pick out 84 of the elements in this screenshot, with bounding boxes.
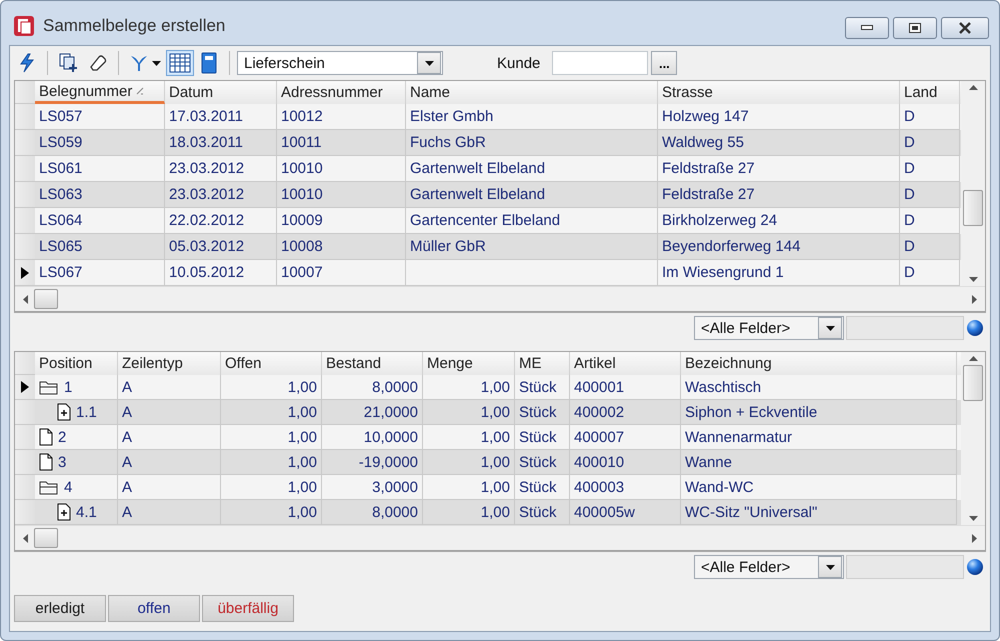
row-pointer-icon — [21, 266, 29, 278]
document-plus-icon — [57, 503, 71, 521]
scroll-thumb[interactable] — [963, 365, 983, 401]
dropdown-button[interactable] — [818, 317, 842, 339]
maximize-button[interactable] — [893, 17, 937, 39]
status-button[interactable]: offen — [108, 595, 200, 622]
filter-field[interactable] — [846, 316, 964, 340]
header-label: Name — [410, 84, 450, 101]
vertical-scrollbar[interactable] — [961, 352, 985, 525]
globe-icon — [966, 558, 984, 576]
minimize-icon — [861, 25, 873, 31]
caret-icon — [826, 326, 834, 330]
header-label: Land — [904, 84, 938, 101]
header-label: Belegnummer — [39, 82, 132, 100]
caret-icon — [826, 564, 834, 570]
document-icon — [39, 453, 53, 471]
header-label: ME — [519, 355, 542, 372]
position-number: 4 — [64, 478, 72, 496]
header-label: Adressnummer — [281, 84, 383, 101]
maximize-icon — [909, 23, 921, 33]
scroll-right-icon — [972, 294, 977, 304]
field-label: Kunde — [497, 54, 540, 72]
scroll-left-icon — [23, 294, 28, 304]
vertical-scrollbar[interactable] — [961, 81, 985, 286]
close-button[interactable] — [941, 17, 989, 39]
horizontal-scrollbar[interactable] — [15, 286, 985, 311]
window-title: Sammelbelege erstellen — [43, 16, 226, 36]
position-number: 2 — [58, 428, 66, 446]
position-number: 1.1 — [76, 404, 97, 420]
header-label: Menge — [427, 355, 473, 372]
document-plus-icon — [57, 403, 71, 421]
scroll-up-icon — [968, 85, 978, 90]
scroll-thumb[interactable] — [963, 190, 983, 226]
dropdown-value: <Alle Felder> — [700, 558, 792, 576]
dropdown-button[interactable] — [818, 556, 842, 578]
caret-icon — [424, 60, 434, 66]
position-number: 1 — [64, 378, 72, 396]
position-number: 4.1 — [76, 504, 97, 520]
browse-button[interactable]: ... — [651, 51, 678, 75]
scroll-down-icon — [968, 516, 978, 521]
header-label: Bestand — [326, 355, 382, 372]
caret-icon — [152, 60, 161, 66]
scroll-right-icon — [972, 534, 977, 542]
dropdown-value: <Alle Felder> — [700, 320, 792, 336]
close-icon — [958, 22, 972, 34]
header-label: Artikel — [574, 355, 616, 372]
document-icon — [39, 428, 53, 446]
header-label: Position — [39, 355, 92, 372]
sort-arrow-icon — [136, 87, 144, 95]
dropdown-value: Lieferschein — [243, 54, 326, 72]
filter-icon — [129, 54, 149, 72]
scroll-thumb[interactable] — [34, 289, 58, 309]
scroll-up-icon — [968, 356, 978, 361]
row-pointer-icon — [21, 381, 29, 393]
dropdown-button[interactable] — [417, 52, 441, 74]
horizontal-scrollbar[interactable] — [15, 525, 985, 550]
table-icon — [169, 53, 191, 73]
lightning-icon — [18, 53, 36, 73]
globe-icon — [966, 319, 984, 337]
status-button[interactable]: überfällig — [202, 595, 294, 622]
status-button[interactable]: erledigt — [14, 595, 106, 622]
document-type-dropdown[interactable]: Lieferschein — [237, 51, 443, 75]
header-label: Offen — [225, 355, 262, 372]
book-icon — [200, 52, 218, 74]
header-label: Bezeichnung — [685, 355, 772, 372]
header-label: Strasse — [662, 84, 713, 101]
folder-icon — [39, 479, 59, 495]
toolbar-button[interactable] — [166, 50, 194, 76]
field-filter-dropdown[interactable]: <Alle Felder> — [694, 316, 844, 340]
position-number: 3 — [58, 454, 66, 470]
header-label: Datum — [169, 84, 214, 101]
customer-field[interactable] — [552, 51, 648, 75]
folder-icon — [39, 379, 59, 395]
header-label: Zeilentyp — [122, 355, 183, 372]
header-corner — [15, 81, 35, 104]
scroll-thumb[interactable] — [34, 528, 58, 548]
minimize-button[interactable] — [845, 17, 889, 39]
documents-plus-icon — [58, 53, 80, 73]
eraser-icon — [88, 54, 108, 72]
scroll-down-icon — [968, 277, 978, 282]
app-icon — [13, 15, 35, 37]
field-filter-dropdown[interactable]: <Alle Felder> — [694, 555, 844, 579]
scroll-left-icon — [23, 534, 28, 542]
filter-field[interactable] — [846, 555, 964, 579]
